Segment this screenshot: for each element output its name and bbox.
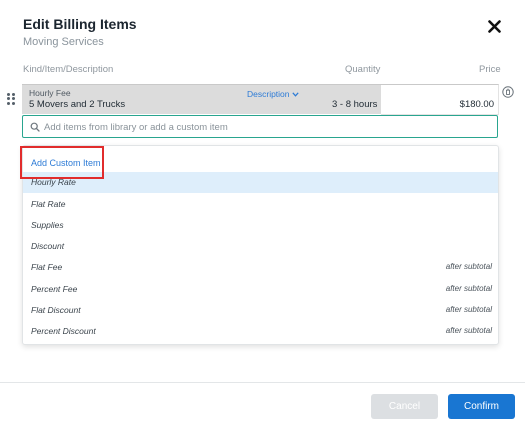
option-percent-discount[interactable]: Percent Discount after subtotal — [23, 321, 498, 342]
option-note: after subtotal — [445, 305, 492, 314]
item-description: 5 Movers and 2 Trucks — [29, 99, 126, 110]
option-hourly-rate[interactable]: Hourly Rate — [23, 172, 498, 193]
item-price-field[interactable]: $180.00 — [381, 84, 499, 115]
search-icon — [30, 122, 40, 132]
option-flat-fee[interactable]: Flat Fee after subtotal — [23, 257, 498, 278]
option-label: Hourly Rate — [31, 177, 76, 187]
modal-subtitle: Moving Services — [23, 36, 104, 48]
drag-handle-icon[interactable] — [7, 93, 15, 105]
item-dropdown: Add Custom Item Hourly Rate Flat Rate Su… — [22, 145, 499, 345]
option-note: after subtotal — [445, 262, 492, 271]
cancel-button[interactable]: Cancel — [371, 394, 438, 419]
billing-item-row[interactable]: Hourly Fee 5 Movers and 2 Trucks Descrip… — [22, 84, 381, 114]
option-label: Discount — [31, 241, 65, 251]
search-box[interactable] — [22, 115, 498, 138]
item-kind-label: Hourly Fee — [29, 88, 71, 98]
column-header-price: Price — [479, 64, 501, 75]
option-label: Flat Discount — [31, 305, 81, 315]
option-note: after subtotal — [445, 326, 492, 335]
item-quantity: 3 - 8 hours — [332, 99, 378, 110]
option-discount[interactable]: Discount — [23, 236, 498, 257]
delete-icon[interactable] — [502, 85, 514, 98]
close-button[interactable] — [485, 17, 503, 35]
option-label: Percent Discount — [31, 326, 96, 336]
option-note: after subtotal — [445, 284, 492, 293]
description-toggle[interactable]: Description — [247, 89, 299, 99]
option-label: Flat Rate — [31, 199, 66, 209]
modal-title: Edit Billing Items — [23, 16, 137, 32]
option-label: Supplies — [31, 220, 64, 230]
footer-divider — [0, 382, 525, 383]
add-custom-item-button[interactable]: Add Custom Item — [31, 158, 101, 168]
option-label: Percent Fee — [31, 284, 78, 294]
column-header-kind: Kind/Item/Description — [23, 64, 114, 75]
close-icon — [487, 19, 501, 33]
option-supplies[interactable]: Supplies — [23, 215, 498, 236]
chevron-down-icon — [291, 91, 299, 97]
description-toggle-label: Description — [247, 89, 290, 99]
search-input[interactable] — [44, 119, 484, 135]
item-price: $180.00 — [459, 99, 494, 110]
option-percent-fee[interactable]: Percent Fee after subtotal — [23, 279, 498, 300]
option-flat-rate[interactable]: Flat Rate — [23, 194, 498, 215]
option-flat-discount[interactable]: Flat Discount after subtotal — [23, 300, 498, 321]
option-label: Flat Fee — [31, 262, 63, 272]
confirm-button[interactable]: Confirm — [448, 394, 515, 419]
column-header-quantity: Quantity — [345, 64, 381, 75]
